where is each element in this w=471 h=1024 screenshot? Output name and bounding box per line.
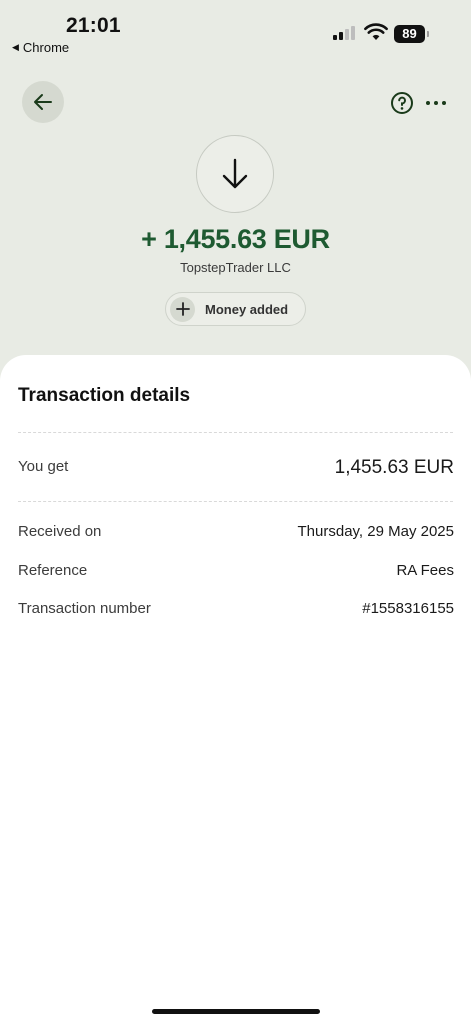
reference-label: Reference [18,562,88,579]
merchant-name: TopstepTrader LLC [180,260,291,275]
transaction-details-sheet: Transaction details You get 1,455.63 EUR… [0,355,471,1024]
arrow-left-icon [34,94,52,110]
more-options-button[interactable] [426,101,446,105]
back-to-app-link[interactable]: ◀ Chrome [12,40,69,55]
plus-icon [170,296,195,322]
received-on-value: Thursday, 29 May 2025 [297,523,454,540]
you-get-label: You get [18,458,69,475]
question-circle-icon[interactable] [390,91,414,115]
status-time: 21:01 [66,14,121,37]
reference-value: RA Fees [396,562,454,579]
transaction-number-label: Transaction number [18,600,151,617]
transaction-amount: + 1,455.63 EUR [141,224,330,254]
section-title: Transaction details [18,385,191,406]
wifi-icon [364,23,388,40]
status-bar: 21:01 ◀ Chrome 89 [0,0,471,62]
transaction-type-badge [196,135,274,213]
divider [18,432,453,433]
back-triangle-icon: ◀ [12,42,19,52]
divider [18,501,453,502]
cellular-signal-icon [333,26,355,40]
you-get-value: 1,455.63 EUR [334,457,454,478]
back-button[interactable] [22,81,64,123]
arrow-down-icon [222,158,248,189]
transaction-number-value[interactable]: #1558316155 [362,600,454,617]
more-dot [442,101,446,105]
back-app-label: Chrome [22,40,70,55]
home-indicator[interactable] [152,1009,320,1014]
chip-label: Money added [205,301,289,317]
more-dot [434,101,438,105]
more-dot [426,101,430,105]
money-added-chip[interactable]: Money added [165,292,306,326]
battery-indicator: 89 [394,25,429,43]
received-on-label: Received on [18,523,102,540]
